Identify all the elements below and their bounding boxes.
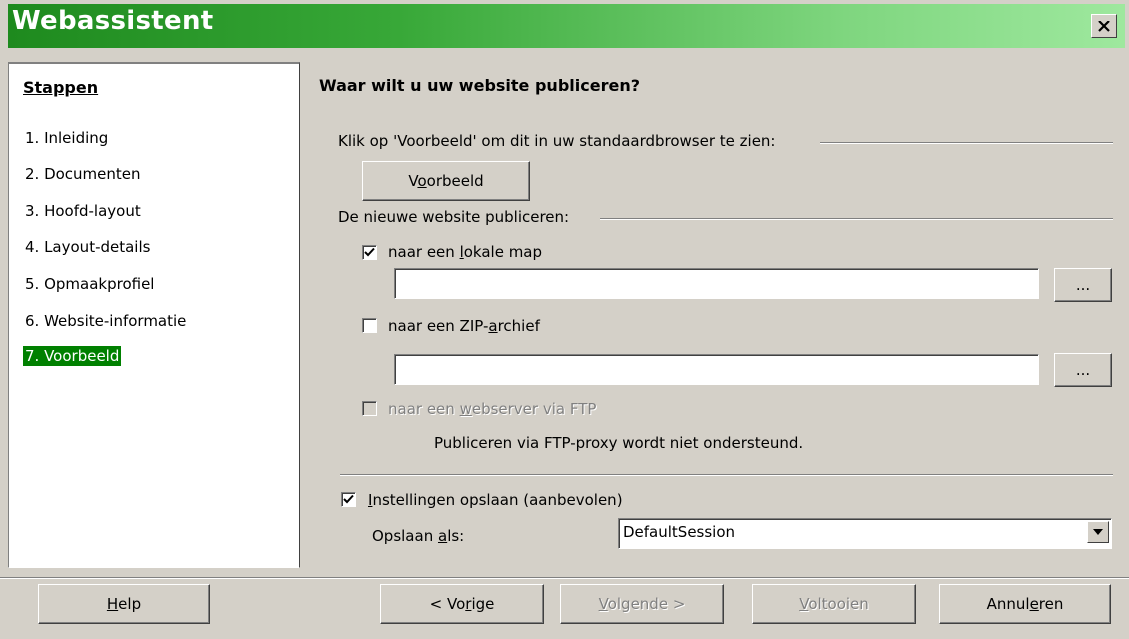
save-as-label: Opslaan als: [372,527,465,545]
checkmark-icon [343,494,354,504]
step-style[interactable]: 5. Opmaakprofiel [23,274,156,294]
cancel-button-label: Annuleren [986,595,1064,613]
steps-heading: Stappen [23,78,99,97]
zip-archive-checkbox[interactable] [362,318,377,333]
close-button[interactable] [1091,14,1117,38]
preview-group-label: Klik op 'Voorbeeld' om dit in uw standaa… [338,132,784,150]
local-folder-path-input[interactable] [394,268,1039,299]
preview-group-divider [820,142,1113,144]
step-main-layout[interactable]: 3. Hoofd-layout [23,201,143,221]
close-icon [1098,20,1110,32]
window-title: Webassistent [12,6,214,36]
browse-label: ... [1075,276,1091,294]
cancel-button[interactable]: Annuleren [939,584,1111,624]
step-layout-details[interactable]: 4. Layout-details [23,237,152,257]
next-button-label: Volgende > [598,595,686,613]
finish-button[interactable]: Voltooien [752,584,916,624]
preview-button-label: Voorbeeld [408,172,484,190]
zip-archive-path-input[interactable] [394,354,1039,385]
save-settings-label: Instellingen opslaan (aanbevolen) [368,491,623,509]
title-bar: Webassistent [8,4,1125,48]
save-settings-checkbox[interactable] [341,492,356,507]
local-folder-checkbox[interactable] [362,245,377,260]
settings-divider [340,474,1113,476]
session-name-value: DefaultSession [623,523,736,541]
back-button[interactable]: < Vorige [380,584,544,624]
help-button[interactable]: Help [38,584,210,624]
step-documents[interactable]: 2. Documenten [23,164,143,184]
publish-group-label: De nieuwe website publiceren: [338,208,578,226]
chevron-down-icon [1093,529,1103,535]
footer-divider [0,577,1129,579]
zip-archive-label: naar een ZIP-archief [388,317,540,335]
step-preview[interactable]: 7. Voorbeeld [23,346,122,366]
step-introduction[interactable]: 1. Inleiding [23,128,110,148]
zip-archive-browse-button[interactable]: ... [1054,353,1112,387]
next-button[interactable]: Volgende > [560,584,724,624]
preview-button[interactable]: Voorbeeld [362,161,530,201]
ftp-label: naar een webserver via FTP [388,400,597,418]
steps-panel: Stappen 1. Inleiding 2. Documenten 3. Ho… [8,62,300,568]
ftp-proxy-note: Publiceren via FTP-proxy wordt niet onde… [434,434,804,452]
session-name-combobox[interactable]: DefaultSession [618,518,1112,549]
local-folder-label: naar een lokale map [388,243,543,261]
finish-button-label: Voltooien [799,595,869,613]
checkmark-icon [364,247,375,257]
help-button-label: Help [106,595,142,613]
local-folder-browse-button[interactable]: ... [1054,268,1112,302]
back-button-label: < Vorige [429,595,495,613]
browse-label: ... [1075,361,1091,379]
ftp-checkbox[interactable] [362,401,377,416]
publish-group-divider [600,218,1113,220]
dropdown-button[interactable] [1087,521,1109,543]
page-title: Waar wilt u uw website publiceren? [319,76,640,95]
step-website-info[interactable]: 6. Website-informatie [23,311,188,331]
